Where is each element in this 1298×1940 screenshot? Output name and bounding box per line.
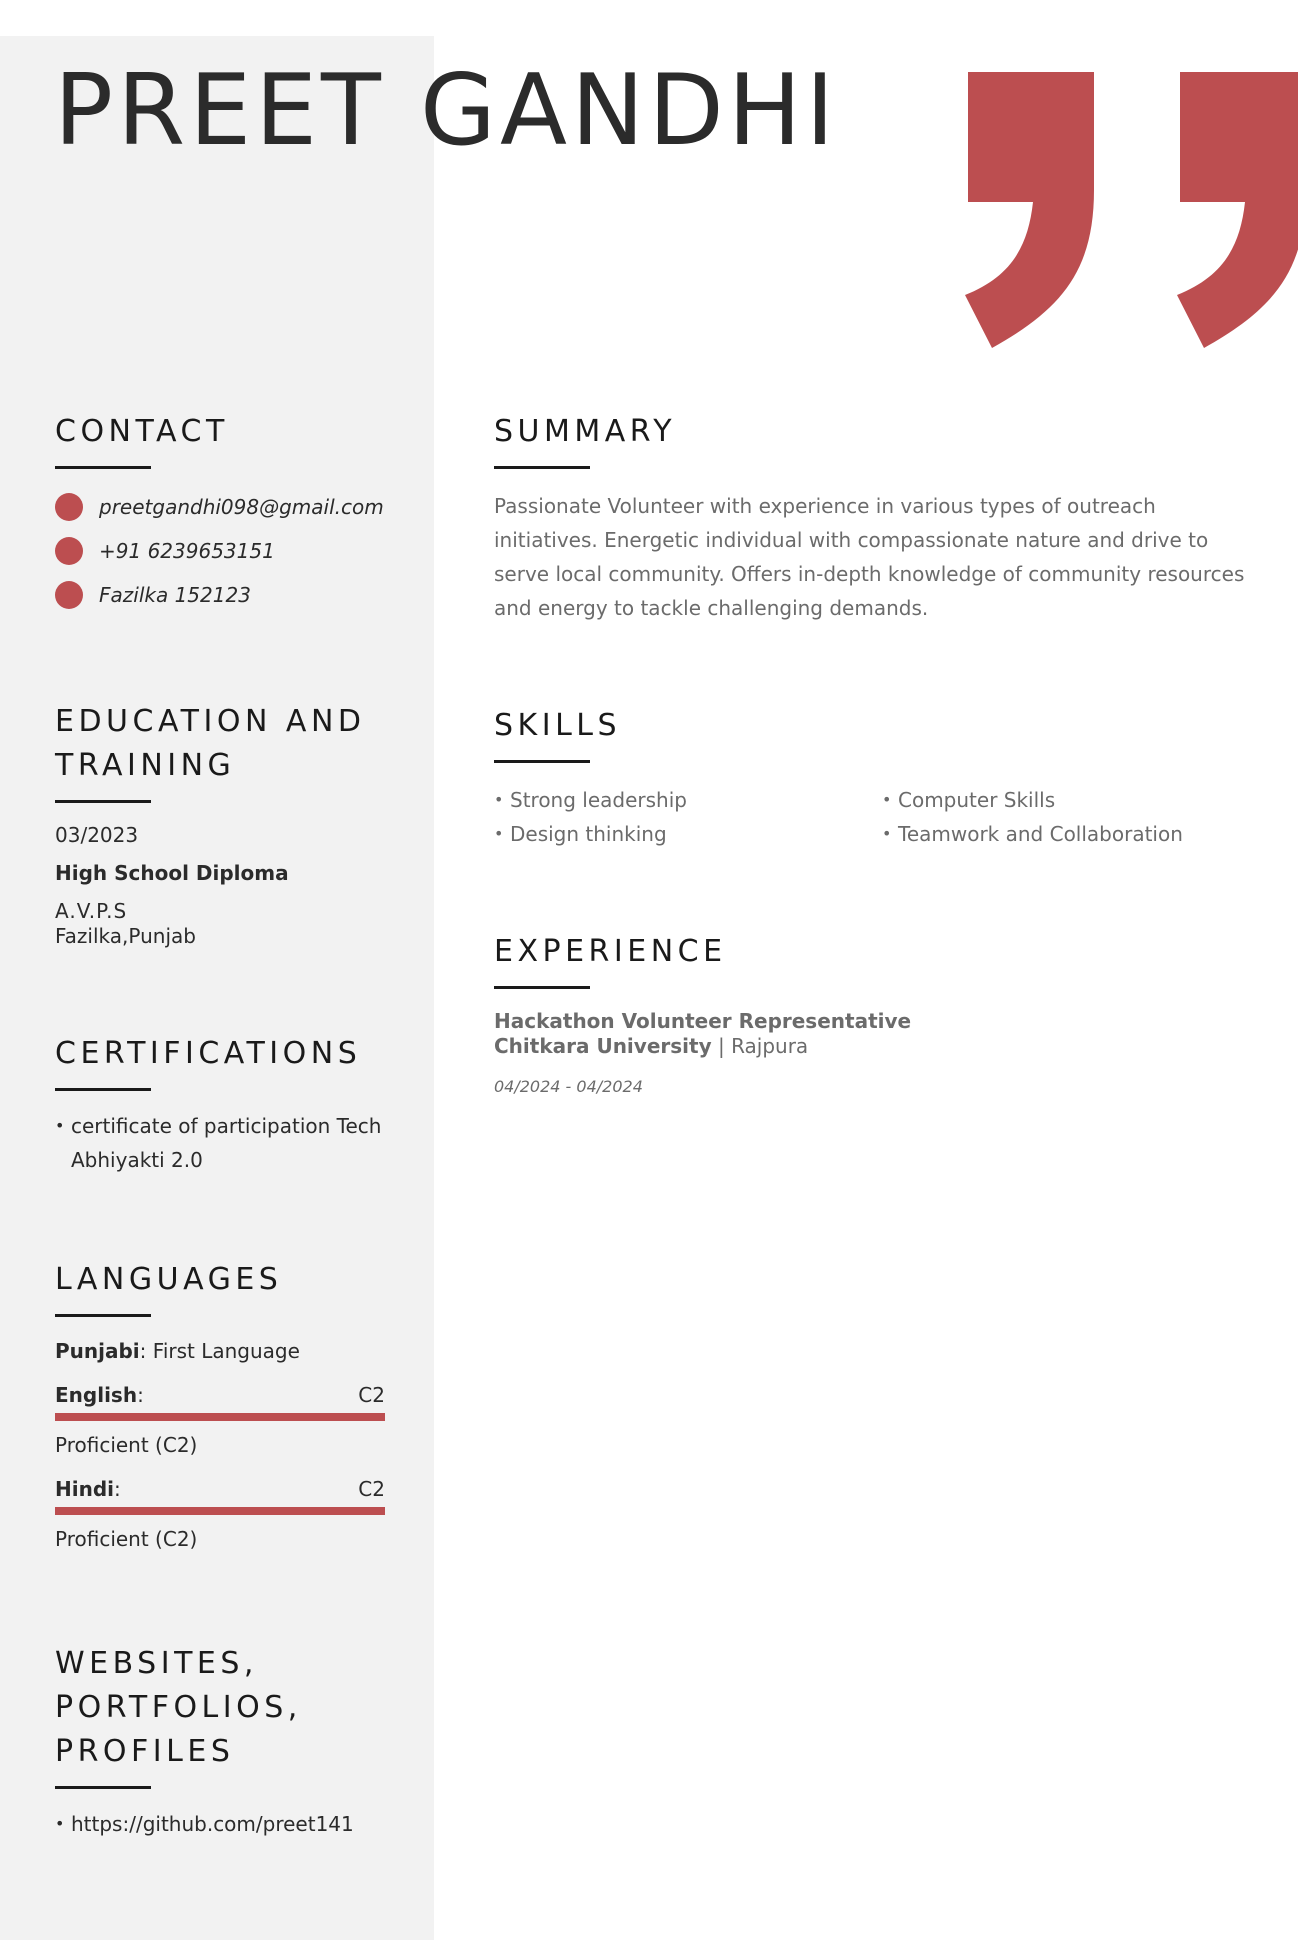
- language-separator: :: [137, 1383, 144, 1407]
- education-heading-line2: TRAINING: [55, 748, 236, 783]
- certification-item: certificate of participation Tech Abhiya…: [55, 1109, 385, 1177]
- language-item: Hindi: C2 Proficient (C2): [55, 1475, 385, 1553]
- job-location: Rajpura: [731, 1034, 809, 1058]
- skills-section: SKILLS Strong leadership Computer Skills…: [494, 704, 1254, 851]
- contact-section: CONTACT preetgandhi098@gmail.com +91 623…: [55, 410, 385, 617]
- dot-icon: [55, 493, 83, 521]
- language-header: English: C2: [55, 1381, 385, 1409]
- language-name: Hindi: [55, 1477, 115, 1501]
- language-bar: [55, 1507, 385, 1515]
- websites-heading-line3: PROFILES: [55, 1734, 235, 1769]
- skills-list: Strong leadership Computer Skills Design…: [494, 783, 1254, 851]
- dot-icon: [55, 581, 83, 609]
- languages-heading: LANGUAGES: [55, 1262, 283, 1297]
- skill-item: Teamwork and Collaboration: [882, 817, 1254, 851]
- skill-item: Computer Skills: [882, 783, 1254, 817]
- candidate-name: PREET GANDHI: [54, 54, 839, 168]
- certifications-section: CERTIFICATIONS certificate of participat…: [55, 1032, 385, 1177]
- website-link[interactable]: https://github.com/preet141: [55, 1807, 385, 1841]
- language-bar-fill: [55, 1413, 385, 1421]
- language-code: C2: [358, 1383, 385, 1407]
- skills-heading: SKILLS: [494, 708, 622, 743]
- education-school: A.V.P.S: [55, 899, 128, 923]
- section-rule: [494, 760, 590, 763]
- contact-address: Fazilka 152123: [55, 573, 385, 617]
- job-company: Chitkara University: [494, 1034, 712, 1058]
- closing-quote-icon: [965, 72, 1298, 348]
- language-separator: :: [114, 1477, 121, 1501]
- summary-text: Passionate Volunteer with experience in …: [494, 494, 1245, 620]
- websites-heading-line1: WEBSITES,: [55, 1646, 258, 1681]
- certifications-heading: CERTIFICATIONS: [55, 1036, 362, 1071]
- job-separator: |: [711, 1034, 732, 1058]
- section-rule: [55, 1314, 151, 1317]
- contact-phone: +91 6239653151: [55, 529, 385, 573]
- contact-heading: CONTACT: [55, 414, 229, 449]
- education-degree: High School Diploma: [55, 861, 289, 885]
- section-rule: [55, 1088, 151, 1091]
- language-bar-fill: [55, 1507, 385, 1515]
- education-date: 03/2023: [55, 823, 139, 847]
- language-name: Punjabi: [55, 1339, 140, 1363]
- skill-item: Design thinking: [494, 817, 882, 851]
- summary-section: SUMMARY Passionate Volunteer with experi…: [494, 410, 1254, 625]
- phone-text[interactable]: +91 6239653151: [99, 539, 275, 563]
- education-section: EDUCATION AND TRAINING 03/2023 High Scho…: [55, 700, 385, 949]
- education-heading-line1: EDUCATION AND: [55, 704, 366, 739]
- section-rule: [494, 986, 590, 989]
- websites-list: https://github.com/preet141: [55, 1807, 385, 1841]
- contact-email: preetgandhi098@gmail.com: [55, 485, 385, 529]
- language-item: English: C2 Proficient (C2): [55, 1381, 385, 1459]
- education-place: Fazilka,Punjab: [55, 924, 196, 948]
- contact-list: preetgandhi098@gmail.com +91 6239653151 …: [55, 485, 385, 617]
- websites-section: WEBSITES, PORTFOLIOS, PROFILES https://g…: [55, 1642, 385, 1841]
- language-desc: First Language: [152, 1339, 300, 1363]
- language-separator: :: [139, 1339, 147, 1363]
- language-level: Proficient (C2): [55, 1527, 198, 1551]
- section-rule: [494, 466, 590, 469]
- language-level: Proficient (C2): [55, 1433, 198, 1457]
- language-name: English: [55, 1383, 138, 1407]
- section-rule: [55, 800, 151, 803]
- address-text: Fazilka 152123: [99, 583, 251, 607]
- language-header: Hindi: C2: [55, 1475, 385, 1503]
- dot-icon: [55, 537, 83, 565]
- websites-heading-line2: PORTFOLIOS,: [55, 1690, 302, 1725]
- language-bar: [55, 1413, 385, 1421]
- certifications-list: certificate of participation Tech Abhiya…: [55, 1109, 385, 1177]
- language-code: C2: [358, 1477, 385, 1501]
- experience-heading: EXPERIENCE: [494, 934, 727, 969]
- job-title: Hackathon Volunteer Representative: [494, 1009, 912, 1033]
- experience-section: EXPERIENCE Hackathon Volunteer Represent…: [494, 930, 1254, 1096]
- education-heading: EDUCATION AND TRAINING: [55, 700, 385, 788]
- section-rule: [55, 1786, 151, 1789]
- language-native: Punjabi: First Language: [55, 1337, 385, 1365]
- job-company-line: Chitkara University | Rajpura: [494, 1034, 1254, 1059]
- skill-item: Strong leadership: [494, 783, 882, 817]
- email-text[interactable]: preetgandhi098@gmail.com: [99, 495, 384, 519]
- languages-section: LANGUAGES Punjabi: First Language Englis…: [55, 1258, 385, 1553]
- websites-heading: WEBSITES, PORTFOLIOS, PROFILES: [55, 1642, 385, 1774]
- job-dates: 04/2024 - 04/2024: [494, 1077, 643, 1096]
- section-rule: [55, 466, 151, 469]
- summary-heading: SUMMARY: [494, 414, 677, 449]
